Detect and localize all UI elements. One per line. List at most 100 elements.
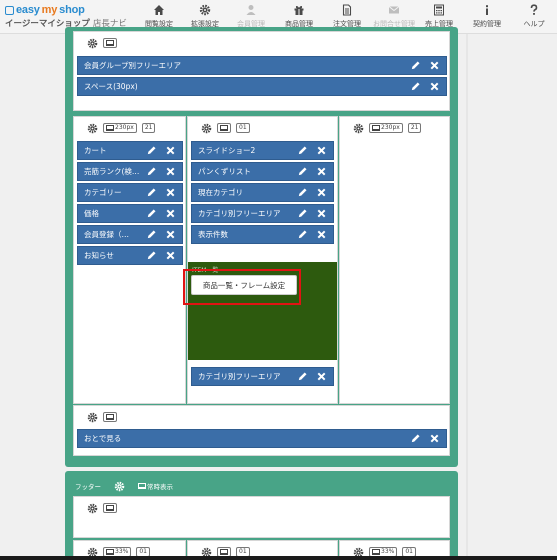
- block-bar-category-free-area-bottom[interactable]: カテゴリ別フリーエリア: [191, 367, 334, 386]
- edit-pencil-icon[interactable]: [297, 166, 308, 177]
- center-column-controls: 01: [201, 121, 250, 135]
- bottom-section-box: おとで見る: [73, 405, 450, 456]
- edit-pencil-icon[interactable]: [410, 60, 421, 71]
- section-settings-gear-icon[interactable]: [87, 503, 98, 514]
- block-bar-space[interactable]: スペース(30px): [77, 77, 447, 96]
- document-icon: [342, 4, 352, 16]
- delete-x-icon[interactable]: [429, 433, 440, 444]
- block-bar-slideshow[interactable]: スライドショー2: [191, 141, 334, 160]
- column-settings-gear-icon[interactable]: [201, 123, 212, 134]
- highlight-annotation: [183, 269, 301, 305]
- footer-label: フッター: [75, 483, 101, 491]
- page-layout-panel: 会員グループ別フリーエリア スペース(30px) 230px 21 カート 売筋…: [65, 27, 458, 467]
- block-bar-category-free-area[interactable]: カテゴリ別フリーエリア: [191, 204, 334, 223]
- delete-x-icon[interactable]: [429, 60, 440, 71]
- top-section-controls: [87, 36, 117, 50]
- right-column-controls: 230px 21: [353, 121, 422, 135]
- monitor-icon: [372, 549, 380, 555]
- delete-x-icon[interactable]: [316, 208, 327, 219]
- delete-x-icon[interactable]: [429, 81, 440, 92]
- block-bar-display-count[interactable]: 表示件数: [191, 225, 334, 244]
- bottom-section-controls: [87, 410, 117, 424]
- monitor-icon: [106, 505, 114, 511]
- delete-x-icon[interactable]: [165, 208, 176, 219]
- block-bar-member-registration[interactable]: 会員登録（…: [77, 225, 183, 244]
- delete-x-icon[interactable]: [165, 229, 176, 240]
- block-bar-price[interactable]: 価格: [77, 204, 183, 223]
- app-logo[interactable]: easy my shop イージーマイショップ 店長ナビ: [5, 4, 127, 29]
- column-width-chip[interactable]: 230px: [369, 123, 403, 133]
- edit-pencil-icon[interactable]: [297, 208, 308, 219]
- footer-section-controls: [87, 501, 117, 515]
- monitor-icon: [106, 414, 114, 420]
- column-settings-gear-icon[interactable]: [353, 123, 364, 134]
- info-icon: [486, 5, 488, 15]
- monitor-icon: [220, 549, 228, 555]
- user-icon: [246, 5, 256, 15]
- block-bar-current-category[interactable]: 現在カテゴリ: [191, 183, 334, 202]
- layout-scrollbar-track[interactable]: [466, 34, 468, 560]
- calculator-icon: [434, 4, 444, 16]
- delete-x-icon[interactable]: [316, 145, 327, 156]
- delete-x-icon[interactable]: [316, 371, 327, 382]
- block-bar-news[interactable]: お知らせ: [77, 246, 183, 265]
- column-settings-gear-icon[interactable]: [87, 123, 98, 134]
- edit-pencil-icon[interactable]: [410, 81, 421, 92]
- center-column-box: 01 スライドショー2 パンくずリスト 現在カテゴリ カテゴリ別フリーエリア 表…: [183, 116, 338, 404]
- edit-pencil-icon[interactable]: [146, 250, 157, 261]
- device-display-toggle[interactable]: [103, 412, 117, 422]
- column-count-chip[interactable]: 01: [236, 123, 250, 133]
- gear-icon: [199, 4, 211, 16]
- footer-layout-panel: フッター 常時表示 33% 01 01 33% 01: [65, 471, 458, 560]
- edit-pencil-icon[interactable]: [146, 166, 157, 177]
- monitor-icon: [106, 40, 114, 46]
- edit-pencil-icon[interactable]: [297, 145, 308, 156]
- delete-x-icon[interactable]: [316, 166, 327, 177]
- column-width-chip[interactable]: 230px: [103, 123, 137, 133]
- footer-display-toggle[interactable]: 常時表示: [138, 481, 173, 491]
- edit-pencil-icon[interactable]: [297, 371, 308, 382]
- edit-pencil-icon[interactable]: [146, 145, 157, 156]
- footer-settings-gear-icon[interactable]: [114, 481, 125, 492]
- delete-x-icon[interactable]: [165, 145, 176, 156]
- column-count-chip[interactable]: 21: [141, 123, 156, 133]
- left-column-controls: 230px 21: [87, 121, 156, 135]
- footer-controls: フッター 常時表示: [75, 479, 173, 493]
- window-bottom-edge: [0, 556, 557, 560]
- delete-x-icon[interactable]: [165, 187, 176, 198]
- edit-pencil-icon[interactable]: [297, 187, 308, 198]
- nav-contract-management[interactable]: 契約管理: [467, 2, 507, 32]
- section-settings-gear-icon[interactable]: [87, 412, 98, 423]
- block-bar-view-later[interactable]: おとで見る: [77, 429, 447, 448]
- home-icon: [154, 5, 164, 15]
- help-icon: [530, 4, 538, 15]
- block-bar-cart[interactable]: カート: [77, 141, 183, 160]
- block-bar-breadcrumb[interactable]: パンくずリスト: [191, 162, 334, 181]
- delete-x-icon[interactable]: [316, 229, 327, 240]
- nav-help[interactable]: ヘルプ: [515, 2, 553, 32]
- monitor-icon: [372, 125, 380, 131]
- mail-icon: [388, 6, 400, 14]
- edit-pencil-icon[interactable]: [146, 208, 157, 219]
- top-section-box: 会員グループ別フリーエリア スペース(30px): [73, 31, 450, 111]
- device-display-toggle[interactable]: [103, 503, 117, 513]
- block-bar-category[interactable]: カテゴリー: [77, 183, 183, 202]
- delete-x-icon[interactable]: [316, 187, 327, 198]
- footer-section-box: [73, 496, 450, 538]
- monitor-icon: [220, 125, 228, 131]
- delete-x-icon[interactable]: [165, 166, 176, 177]
- block-bar-sales-ranking[interactable]: 売筋ランク(検…: [77, 162, 183, 181]
- section-settings-gear-icon[interactable]: [87, 38, 98, 49]
- edit-pencil-icon[interactable]: [297, 229, 308, 240]
- edit-pencil-icon[interactable]: [146, 187, 157, 198]
- gift-icon: [294, 5, 304, 15]
- left-column-box: 230px 21 カート 売筋ランク(検… カテゴリー 価格 会員登録（… お知…: [73, 116, 186, 404]
- block-bar-member-group-free-area[interactable]: 会員グループ別フリーエリア: [77, 56, 447, 75]
- device-display-toggle[interactable]: [103, 38, 117, 48]
- edit-pencil-icon[interactable]: [146, 229, 157, 240]
- device-display-toggle[interactable]: [217, 123, 231, 133]
- column-count-chip[interactable]: 21: [407, 123, 422, 133]
- delete-x-icon[interactable]: [165, 250, 176, 261]
- edit-pencil-icon[interactable]: [410, 433, 421, 444]
- monitor-icon: [106, 549, 114, 555]
